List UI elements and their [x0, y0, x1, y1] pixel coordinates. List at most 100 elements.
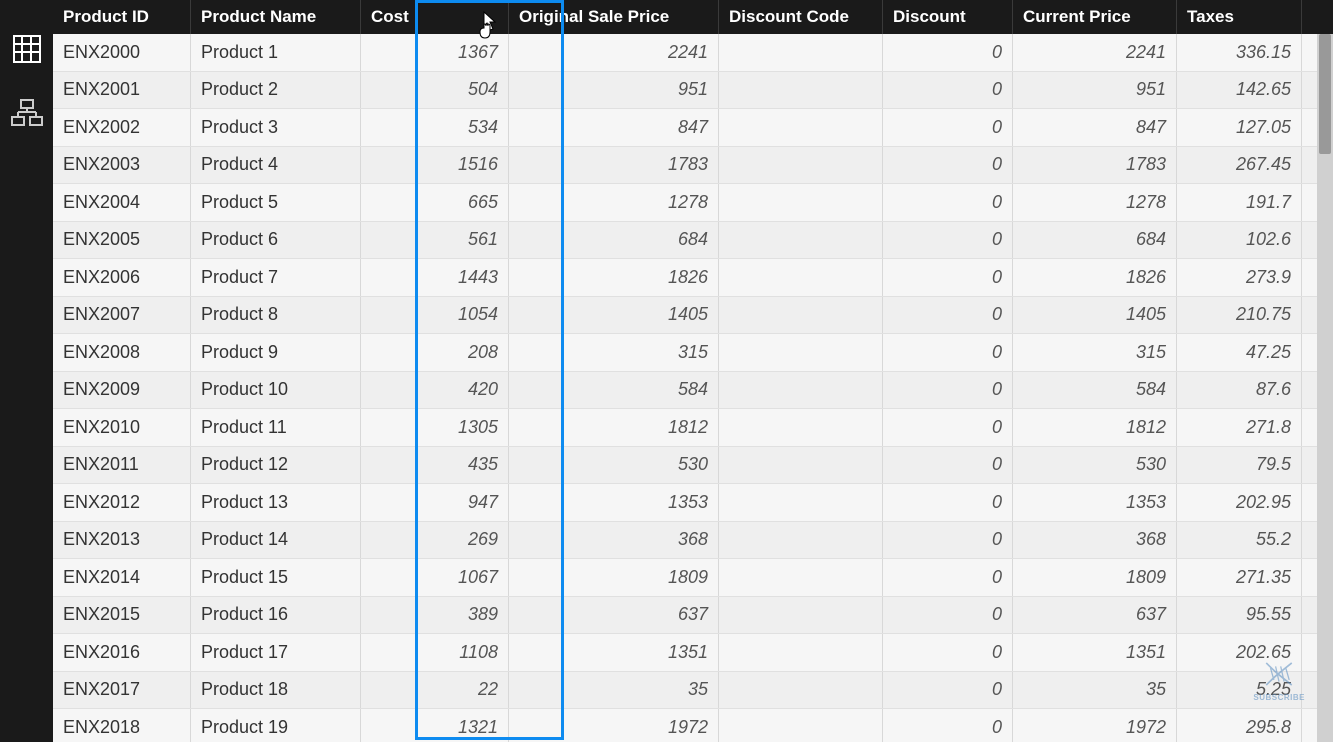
table-row[interactable]: ENX2002Product 35348470847127.05 — [53, 109, 1333, 147]
table-row[interactable]: ENX2016Product 171108135101351202.65 — [53, 634, 1333, 672]
cell-discountcode[interactable] — [719, 597, 883, 634]
cell-discount[interactable]: 0 — [883, 634, 1013, 671]
column-header-taxes[interactable]: Taxes — [1177, 0, 1302, 34]
cell-currentprice[interactable]: 1278 — [1013, 184, 1177, 221]
cell-discountcode[interactable] — [719, 709, 883, 742]
cell-taxes[interactable]: 47.25 — [1177, 334, 1302, 371]
cell-discount[interactable]: 0 — [883, 34, 1013, 71]
cell-taxes[interactable]: 267.45 — [1177, 147, 1302, 184]
table-row[interactable]: ENX2013Product 14269368036855.2 — [53, 522, 1333, 560]
cell-discount[interactable]: 0 — [883, 222, 1013, 259]
cell-productid[interactable]: ENX2001 — [53, 72, 191, 109]
cell-productid[interactable]: ENX2007 — [53, 297, 191, 334]
cell-cost[interactable]: 504 — [361, 72, 509, 109]
table-row[interactable]: ENX2004Product 5665127801278191.7 — [53, 184, 1333, 222]
table-row[interactable]: ENX2015Product 16389637063795.55 — [53, 597, 1333, 635]
cell-productid[interactable]: ENX2011 — [53, 447, 191, 484]
column-header-cost[interactable]: Cost — [361, 0, 509, 34]
cell-productname[interactable]: Product 10 — [191, 372, 361, 409]
cell-productid[interactable]: ENX2017 — [53, 672, 191, 709]
cell-originalsaleprice[interactable]: 1809 — [509, 559, 719, 596]
cell-currentprice[interactable]: 684 — [1013, 222, 1177, 259]
cell-discount[interactable]: 0 — [883, 597, 1013, 634]
column-header-productname[interactable]: Product Name — [191, 0, 361, 34]
cell-discount[interactable]: 0 — [883, 372, 1013, 409]
table-row[interactable]: ENX2009Product 10420584058487.6 — [53, 372, 1333, 410]
cell-taxes[interactable]: 79.5 — [1177, 447, 1302, 484]
cell-productid[interactable]: ENX2003 — [53, 147, 191, 184]
cell-cost[interactable]: 269 — [361, 522, 509, 559]
cell-originalsaleprice[interactable]: 1826 — [509, 259, 719, 296]
data-view-icon[interactable] — [10, 32, 44, 66]
cell-originalsaleprice[interactable]: 1783 — [509, 147, 719, 184]
cell-discountcode[interactable] — [719, 372, 883, 409]
cell-discount[interactable]: 0 — [883, 672, 1013, 709]
cell-taxes[interactable]: 271.35 — [1177, 559, 1302, 596]
cell-cost[interactable]: 1321 — [361, 709, 509, 742]
cell-productname[interactable]: Product 8 — [191, 297, 361, 334]
cell-cost[interactable]: 1516 — [361, 147, 509, 184]
cell-currentprice[interactable]: 1351 — [1013, 634, 1177, 671]
table-row[interactable]: ENX2007Product 81054140501405210.75 — [53, 297, 1333, 335]
cell-productname[interactable]: Product 19 — [191, 709, 361, 742]
cell-originalsaleprice[interactable]: 684 — [509, 222, 719, 259]
cell-taxes[interactable]: 336.15 — [1177, 34, 1302, 71]
table-row[interactable]: ENX2003Product 41516178301783267.45 — [53, 147, 1333, 185]
cell-currentprice[interactable]: 637 — [1013, 597, 1177, 634]
cell-productid[interactable]: ENX2010 — [53, 409, 191, 446]
cell-productname[interactable]: Product 12 — [191, 447, 361, 484]
cell-currentprice[interactable]: 1809 — [1013, 559, 1177, 596]
cell-discountcode[interactable] — [719, 522, 883, 559]
table-row[interactable]: ENX2014Product 151067180901809271.35 — [53, 559, 1333, 597]
cell-discount[interactable]: 0 — [883, 297, 1013, 334]
model-view-icon[interactable] — [10, 96, 44, 130]
column-header-discountcode[interactable]: Discount Code — [719, 0, 883, 34]
cell-discountcode[interactable] — [719, 147, 883, 184]
cell-taxes[interactable]: 191.7 — [1177, 184, 1302, 221]
cell-discountcode[interactable] — [719, 34, 883, 71]
table-row[interactable]: ENX2001Product 25049510951142.65 — [53, 72, 1333, 110]
cell-productname[interactable]: Product 14 — [191, 522, 361, 559]
table-row[interactable]: ENX2010Product 111305181201812271.8 — [53, 409, 1333, 447]
cell-productname[interactable]: Product 2 — [191, 72, 361, 109]
cell-cost[interactable]: 1367 — [361, 34, 509, 71]
cell-discount[interactable]: 0 — [883, 559, 1013, 596]
cell-discount[interactable]: 0 — [883, 522, 1013, 559]
cell-originalsaleprice[interactable]: 1812 — [509, 409, 719, 446]
cell-originalsaleprice[interactable]: 1353 — [509, 484, 719, 521]
cell-discount[interactable]: 0 — [883, 709, 1013, 742]
scroll-thumb[interactable] — [1319, 34, 1331, 154]
cell-currentprice[interactable]: 1972 — [1013, 709, 1177, 742]
table-row[interactable]: ENX2011Product 12435530053079.5 — [53, 447, 1333, 485]
column-header-currentprice[interactable]: Current Price — [1013, 0, 1177, 34]
cell-cost[interactable]: 22 — [361, 672, 509, 709]
cell-originalsaleprice[interactable]: 1351 — [509, 634, 719, 671]
cell-cost[interactable]: 1305 — [361, 409, 509, 446]
cell-discountcode[interactable] — [719, 109, 883, 146]
cell-originalsaleprice[interactable]: 1972 — [509, 709, 719, 742]
cell-cost[interactable]: 1443 — [361, 259, 509, 296]
table-row[interactable]: ENX2017Product 1822350355.25 — [53, 672, 1333, 710]
cell-originalsaleprice[interactable]: 2241 — [509, 34, 719, 71]
cell-originalsaleprice[interactable]: 1278 — [509, 184, 719, 221]
cell-discount[interactable]: 0 — [883, 184, 1013, 221]
table-row[interactable]: ENX2018Product 191321197201972295.8 — [53, 709, 1333, 742]
cell-productname[interactable]: Product 6 — [191, 222, 361, 259]
cell-productid[interactable]: ENX2013 — [53, 522, 191, 559]
cell-currentprice[interactable]: 847 — [1013, 109, 1177, 146]
cell-cost[interactable]: 534 — [361, 109, 509, 146]
cell-originalsaleprice[interactable]: 530 — [509, 447, 719, 484]
cell-currentprice[interactable]: 1783 — [1013, 147, 1177, 184]
table-row[interactable]: ENX2000Product 11367224102241336.15 — [53, 34, 1333, 72]
cell-productname[interactable]: Product 16 — [191, 597, 361, 634]
cell-cost[interactable]: 947 — [361, 484, 509, 521]
cell-taxes[interactable]: 95.55 — [1177, 597, 1302, 634]
cell-currentprice[interactable]: 951 — [1013, 72, 1177, 109]
cell-taxes[interactable]: 202.65 — [1177, 634, 1302, 671]
cell-discount[interactable]: 0 — [883, 447, 1013, 484]
cell-productid[interactable]: ENX2015 — [53, 597, 191, 634]
cell-productname[interactable]: Product 5 — [191, 184, 361, 221]
cell-originalsaleprice[interactable]: 951 — [509, 72, 719, 109]
cell-discountcode[interactable] — [719, 484, 883, 521]
cell-originalsaleprice[interactable]: 847 — [509, 109, 719, 146]
